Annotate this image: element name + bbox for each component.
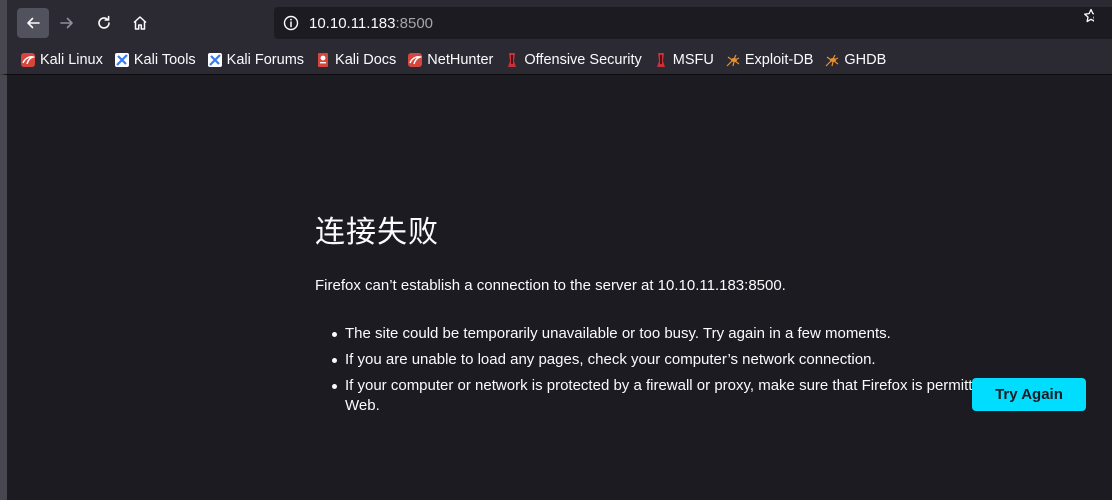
offsec-icon — [504, 52, 520, 68]
error-reason-item: If you are unable to load any pages, che… — [315, 350, 1095, 370]
bookmark-ghdb[interactable]: GHDB — [824, 48, 886, 72]
try-again-button[interactable]: Try Again — [972, 378, 1086, 411]
browser-window: 10.10.11.183:8500 Kali Linux Kali Tools — [0, 0, 1112, 500]
url-text[interactable]: 10.10.11.183:8500 — [309, 15, 433, 32]
nethunter-icon — [407, 52, 423, 68]
forward-button[interactable] — [51, 8, 83, 38]
site-info-icon[interactable] — [282, 14, 300, 32]
home-icon — [133, 16, 147, 30]
arrow-left-icon — [27, 17, 40, 29]
bookmark-label: Kali Docs — [335, 52, 397, 68]
page-content: 连接失败 Firefox can’t establish a connectio… — [0, 74, 1112, 500]
bookmark-label: MSFU — [672, 52, 714, 68]
bookmark-label: Kali Tools — [133, 52, 196, 68]
error-message: Firefox can’t establish a connection to … — [315, 277, 786, 294]
reload-button[interactable] — [88, 8, 120, 38]
bookmark-label: Exploit-DB — [744, 52, 814, 68]
bookmark-kali-forums[interactable]: Kali Forums — [207, 48, 304, 72]
back-button[interactable] — [17, 8, 49, 38]
bookmark-label: Offensive Security — [524, 52, 642, 68]
bookmarks-toolbar: Kali Linux Kali Tools Kali Forums Kali D… — [0, 46, 1112, 74]
bookmark-kali-tools[interactable]: Kali Tools — [114, 48, 196, 72]
arrow-right-icon — [60, 17, 73, 29]
url-host: 10.10.11.183 — [309, 14, 396, 32]
url-bar[interactable]: 10.10.11.183:8500 — [274, 7, 1112, 39]
url-port: :8500 — [395, 14, 434, 32]
ghdb-icon — [824, 52, 840, 68]
reload-icon — [98, 15, 110, 29]
bookmark-nethunter[interactable]: NetHunter — [407, 48, 493, 72]
exploit-db-icon — [725, 52, 741, 68]
error-reason-item: The site could be temporarily unavailabl… — [315, 324, 1095, 344]
kali-docs-icon — [315, 52, 331, 68]
bookmark-offensive-security[interactable]: Offensive Security — [504, 48, 642, 72]
bookmark-msfu[interactable]: MSFU — [653, 48, 714, 72]
bookmark-kali-linux[interactable]: Kali Linux — [20, 48, 103, 72]
bookmark-label: GHDB — [844, 52, 887, 68]
bookmark-label: NetHunter — [427, 52, 494, 68]
bookmark-kali-docs[interactable]: Kali Docs — [315, 48, 396, 72]
kali-dragon-icon — [20, 52, 36, 68]
kali-forums-icon — [207, 52, 223, 68]
navigation-toolbar: 10.10.11.183:8500 — [0, 0, 1112, 46]
bookmark-star-icon[interactable] — [1082, 7, 1094, 25]
kali-tools-icon — [114, 52, 130, 68]
bookmark-label: Kali Linux — [40, 52, 103, 68]
error-title: 连接失败 — [315, 215, 439, 250]
bookmark-label: Kali Forums — [226, 52, 305, 68]
home-button[interactable] — [124, 8, 156, 38]
bookmark-exploit-db[interactable]: Exploit-DB — [725, 48, 814, 72]
msfu-icon — [653, 52, 669, 68]
